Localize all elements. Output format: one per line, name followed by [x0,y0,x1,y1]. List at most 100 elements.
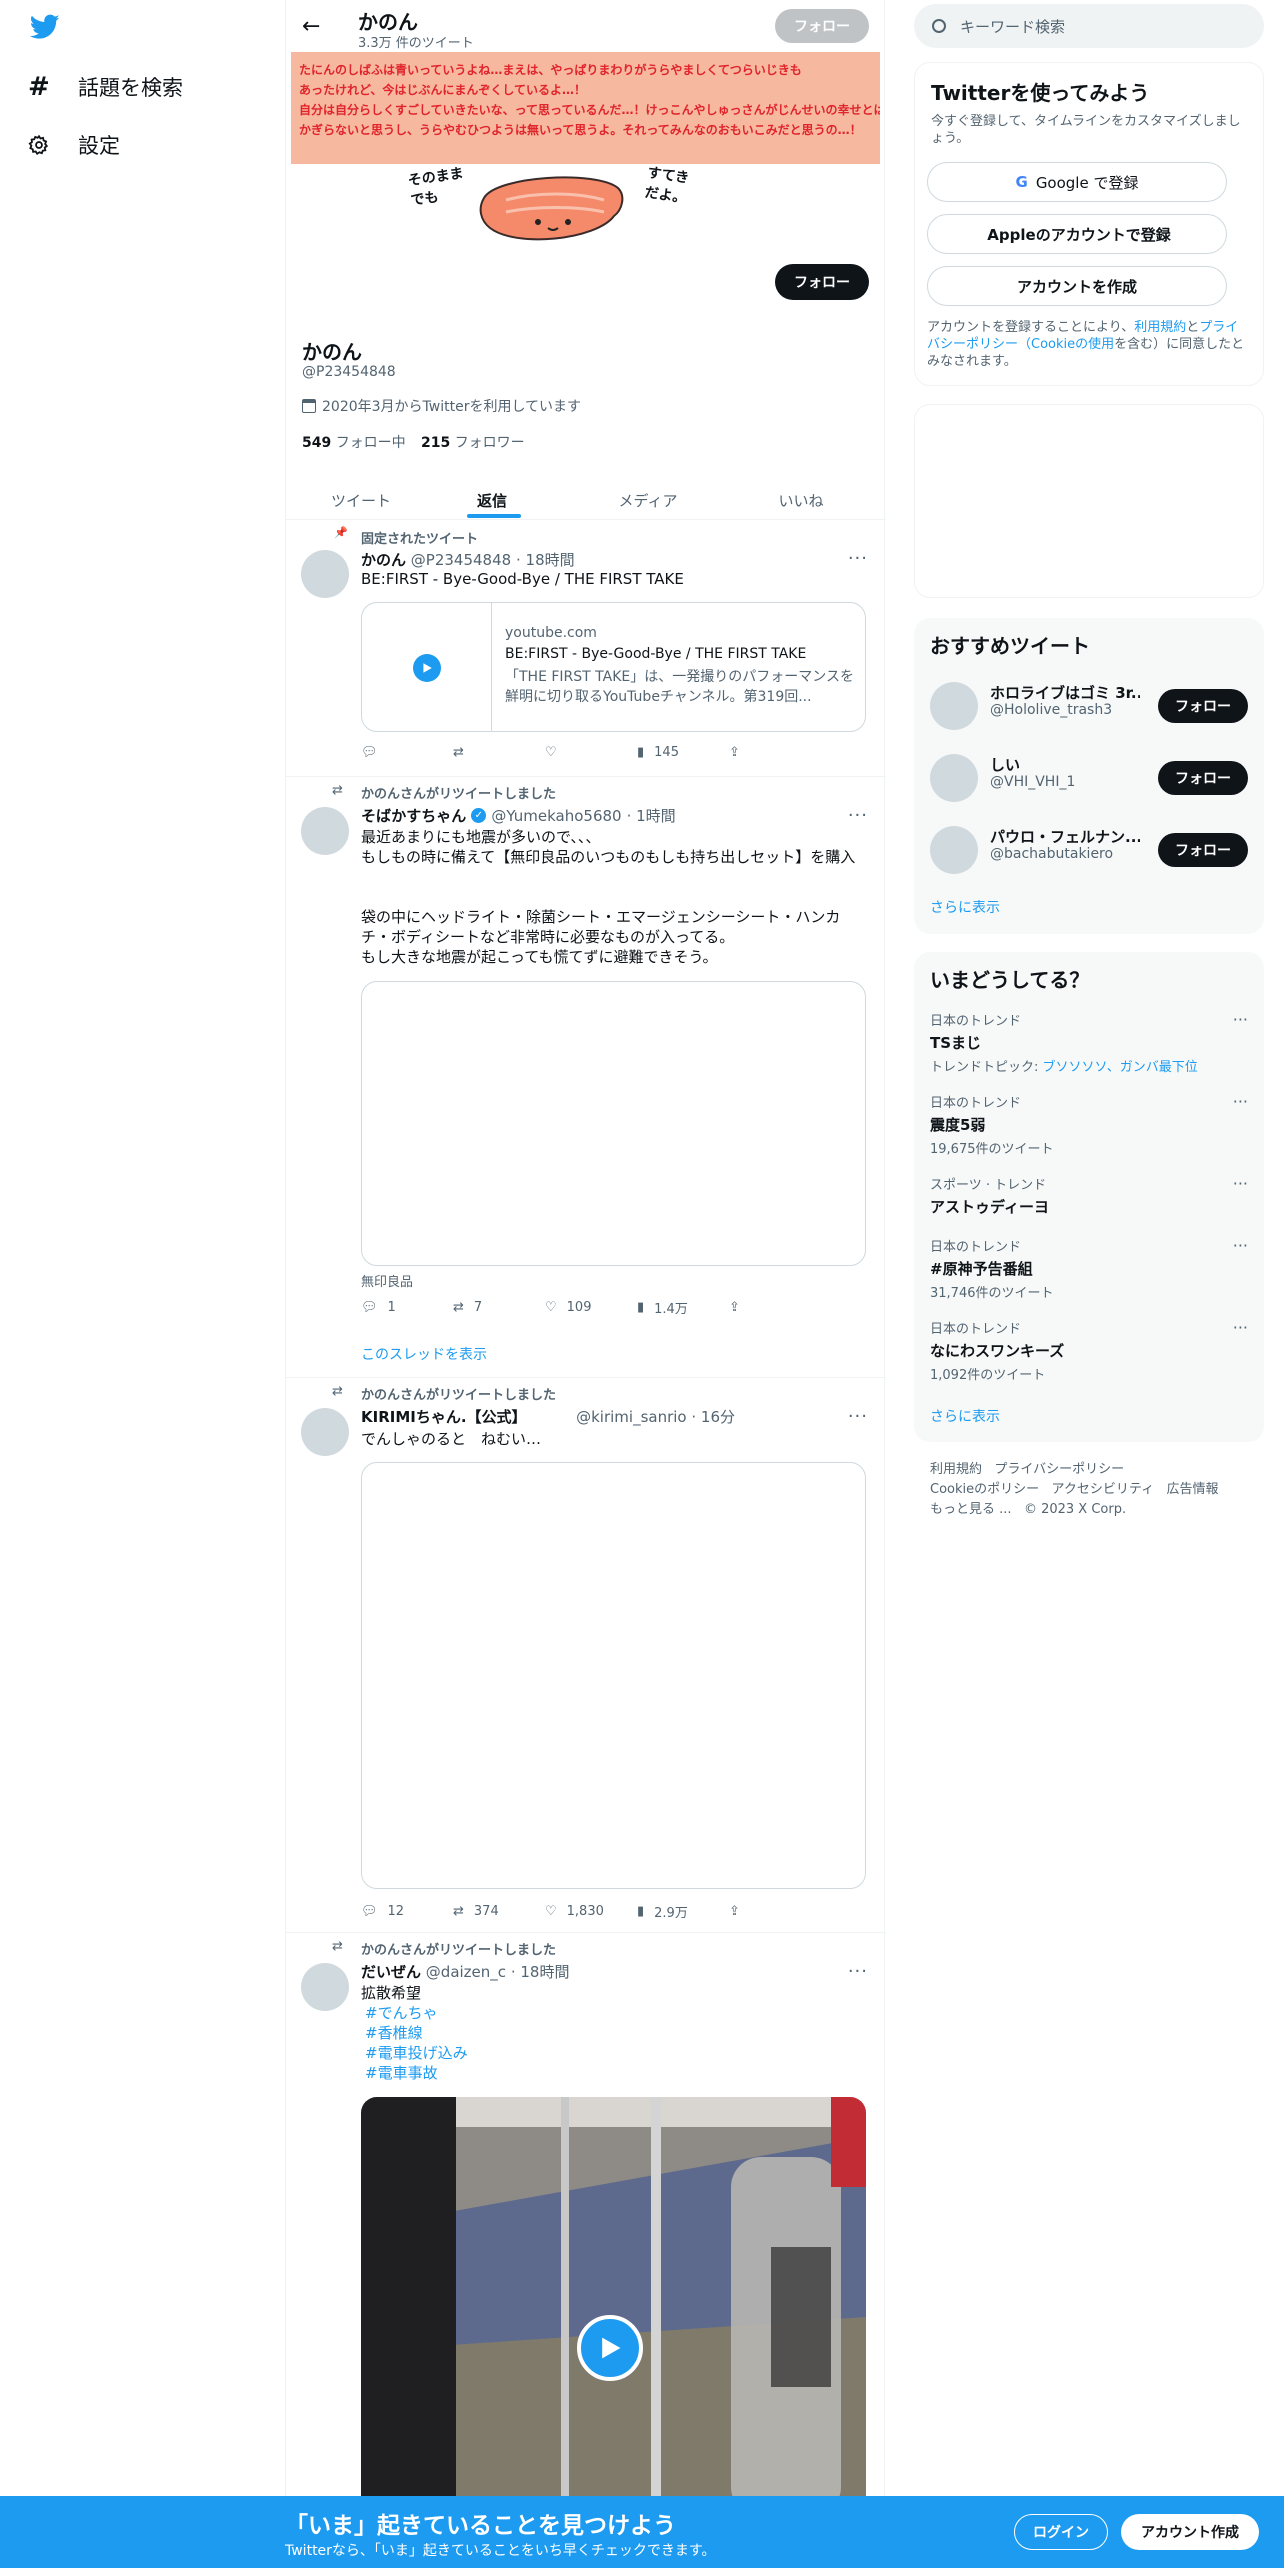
more-icon[interactable]: ··· [848,1961,868,1982]
tweet-author-name[interactable]: だいぜん [361,1963,421,1981]
tweet-video[interactable] [361,2097,866,2517]
following-link[interactable]: 549 フォロー中 [302,432,406,452]
signup-button[interactable]: アカウント作成 [1121,2514,1259,2550]
tweet-time[interactable]: · 16分 [691,1408,735,1426]
recommend-user[interactable]: ホロライブはゴミ 3r... @Hololive_trash3 フォロー [914,674,1264,738]
trend-item[interactable]: 日本のトレンド 震度5弱 19,675件のツイート ··· [930,1092,1248,1157]
apple-signup-button[interactable]: Appleのアカウントで登録 [927,214,1227,254]
reply-button[interactable]: 💬︎ [361,745,453,760]
share-button[interactable]: ⇪ [729,745,821,760]
tweet-author-name[interactable]: KIRIMIちゃん.【公式】 [361,1408,527,1426]
link-card[interactable]: youtube.com BE:FIRST - Bye-Good-Bye / TH… [361,602,866,732]
terms-link[interactable]: 利用規約 [1134,320,1186,335]
trend-item[interactable]: 日本のトレンド #原神予告番組 31,746件のツイート ··· [930,1236,1248,1301]
nav-explore[interactable]: # 話題を検索 [28,72,183,102]
retweet-button[interactable]: ⇄ 7 [453,1298,545,1317]
more-icon[interactable]: ··· [1233,1318,1248,1337]
tab-tweets[interactable]: ツイート [286,480,436,520]
create-account-button[interactable]: アカウントを作成 [927,266,1227,306]
avatar[interactable] [301,1963,349,2011]
search-box[interactable]: キーワード検索 [914,4,1264,48]
login-button[interactable]: ログイン [1014,2514,1108,2550]
footer-cookie-link[interactable]: Cookieのポリシー [930,1482,1039,1497]
avatar[interactable] [930,682,978,730]
footer-privacy-link[interactable]: プライバシーポリシー [994,1462,1124,1477]
hashtag-link[interactable]: #電車事故 [361,2063,468,2083]
trend-item[interactable]: スポーツ · トレンド アストゥディーヨ ··· [930,1174,1248,1217]
recommend-user[interactable]: パウロ・フェルナン... @bachabutakiero フォロー [914,818,1264,882]
followers-link[interactable]: 215 フォロワー [421,432,525,452]
tweet-retweet[interactable]: ⇄ かのんさんがリツイートしました だいぜん @daizen_c · 18時間 … [286,1933,886,2517]
tweet-author-handle[interactable]: @kirimi_sanrio [576,1408,687,1426]
views-button[interactable]: ▮ 2.9万 [637,1902,729,1921]
tweet-retweet[interactable]: ⇄ かのんさんがリツイートしました KIRIMIちゃん.【公式】 @kirimi… [286,1378,886,1933]
retweet-button[interactable]: ⇄ [453,745,545,760]
tweet-author-handle[interactable]: @P23454848 [411,551,511,569]
tweet-author-name[interactable]: かのん [361,551,406,569]
hashtag-link[interactable]: #香椎線 [361,2023,468,2043]
tweet-pinned[interactable]: 📌 固定されたツイート かのん @P23454848 · 18時間 ··· BE… [286,520,886,777]
avatar[interactable] [930,826,978,874]
trend-item[interactable]: 日本のトレンド なにわスワンキーズ 1,092件のツイート ··· [930,1318,1248,1383]
avatar[interactable] [301,550,349,598]
signup-terms: アカウントを登録することにより、利用規約とプライバシーポリシー（Cookieの使… [927,319,1247,370]
more-icon[interactable]: ··· [848,1406,868,1427]
more-icon[interactable]: ··· [1233,1174,1248,1193]
reply-button[interactable]: 💬︎ 12 [361,1902,453,1921]
tweet-time[interactable]: · 18時間 [516,551,575,569]
header-follow-button[interactable]: フォロー [775,9,869,43]
back-arrow-icon[interactable]: ← [302,14,320,39]
play-icon[interactable] [577,2315,643,2381]
recommend-user[interactable]: しい @VHI_VHI_1 フォロー [914,746,1264,810]
show-thread-link[interactable]: このスレッドを表示 [361,1344,487,1364]
tweet-time[interactable]: · 18時間 [511,1963,570,1981]
like-button[interactable]: ♡ 1,830 [545,1902,637,1921]
tweet-retweet[interactable]: ⇄ かのんさんがリツイートしました そばかすちゃん ✓ @Yumekaho568… [286,777,886,1378]
trends-more-link[interactable]: さらに表示 [930,1406,1000,1426]
follow-button[interactable]: フォロー [1158,833,1248,867]
footer-ads-link[interactable]: 広告情報 [1167,1482,1219,1497]
tweet-author-handle[interactable]: @daizen_c [426,1963,506,1981]
tweet-author-handle[interactable]: @Yumekaho5680 [491,807,621,825]
share-button[interactable]: ⇪ [729,1902,821,1921]
more-icon[interactable]: ··· [848,805,868,826]
tweet-media[interactable] [361,981,866,1266]
like-button[interactable]: ♡ [545,745,637,760]
hashtag-link[interactable]: #でんちゃ [361,2003,468,2023]
joined-text: 2020年3月からTwitterを利用しています [322,399,582,415]
tab-media[interactable]: メディア [578,480,718,520]
footer-more-link[interactable]: もっと見る ... [930,1502,1012,1517]
tweet-media[interactable] [361,1462,866,1889]
avatar[interactable] [301,807,349,855]
avatar[interactable] [301,1408,349,1456]
hashtag-link[interactable]: #電車投げ込み [361,2043,468,2063]
twitter-logo-icon[interactable] [29,14,60,44]
tweet-author-name[interactable]: そばかすちゃん [361,805,466,826]
salmon-illustration [479,176,624,241]
nav-settings[interactable]: 設定 [28,130,120,160]
views-button[interactable]: ▮ 145 [637,745,729,760]
reply-button[interactable]: 💬︎ 1 [361,1298,453,1317]
more-icon[interactable]: ··· [1233,1092,1248,1111]
tweet-time[interactable]: · 1時間 [627,805,676,826]
footer-terms-link[interactable]: 利用規約 [930,1462,982,1477]
tab-likes[interactable]: いいね [731,480,871,520]
retweet-context-icon: ⇄ [332,1939,343,1954]
follow-button[interactable]: フォロー [1158,761,1248,795]
trend-topics-link[interactable]: ブソソソソ、ガンバ最下位 [1043,1060,1198,1075]
google-signup-button[interactable]: G Google で登録 [927,162,1227,202]
recommend-more-link[interactable]: さらに表示 [930,897,1000,917]
views-button[interactable]: ▮ 1.4万 [637,1298,729,1317]
trend-item[interactable]: 日本のトレンド TSまじ トレンドトピック: ブソソソソ、ガンバ最下位 ··· [930,1010,1248,1075]
share-button[interactable]: ⇪ [729,1298,821,1317]
more-icon[interactable]: ··· [1233,1010,1248,1029]
follow-button[interactable]: フォロー [1158,689,1248,723]
profile-follow-button[interactable]: フォロー [775,264,869,300]
avatar[interactable] [930,754,978,802]
footer-accessibility-link[interactable]: アクセシビリティ [1052,1482,1155,1497]
search-input[interactable]: キーワード検索 [960,16,1065,37]
more-icon[interactable]: ··· [1233,1236,1248,1255]
like-button[interactable]: ♡ 109 [545,1298,637,1317]
more-icon[interactable]: ··· [848,548,868,569]
retweet-button[interactable]: ⇄ 374 [453,1902,545,1921]
